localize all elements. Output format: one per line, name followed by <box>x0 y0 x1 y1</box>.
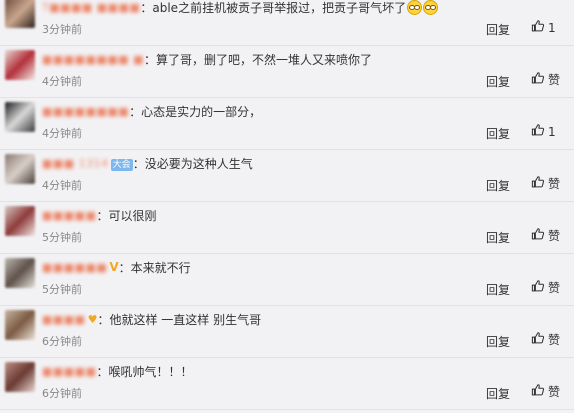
comment-time: 4分钟前 <box>42 179 82 192</box>
reply-button[interactable]: 回复 <box>486 73 510 90</box>
thumbs-up-icon <box>531 227 545 244</box>
comment-item: ■■■■■：可以很刚 5分钟前 回复 赞 <box>0 202 574 254</box>
thumbs-up-icon <box>531 19 545 36</box>
like-label: 1 <box>548 124 556 139</box>
like-label: 赞 <box>548 73 561 87</box>
comment-text: ：本来就不行 <box>118 261 191 275</box>
reply-button[interactable]: 回复 <box>486 333 510 350</box>
comment-time: 6分钟前 <box>42 335 82 348</box>
username-link[interactable]: ■■■■■■■■ <box>42 104 129 120</box>
reply-button[interactable]: 回复 <box>486 229 510 246</box>
verified-v-icon: V <box>109 260 119 274</box>
comment-item: ■■■ 1314 大会 ：没必要为这种人生气 4分钟前 回复 赞 <box>0 150 574 202</box>
reply-button[interactable]: 回复 <box>486 385 510 402</box>
avatar[interactable] <box>5 50 35 80</box>
comment-item: ■■■■■■■■ ■：算了哥，删了吧，不然一堆人又来喷你了 4分钟前 回复 赞 <box>0 46 574 98</box>
comment-text: ：可以很刚 <box>96 209 157 223</box>
comment-time: 3分钟前 <box>42 23 82 36</box>
heart-badge-icon: ♥ <box>87 313 98 326</box>
username-link[interactable]: ■■■■■■ <box>42 260 107 276</box>
comment-text: ：able之前挂机被贡子哥举报过，把贡子哥气坏了 <box>140 1 407 15</box>
username-link[interactable]: ■■■■■■■■ ■ <box>42 52 144 68</box>
comment-item: ■■■■■■ V：本来就不行 5分钟前 回复 赞 <box>0 254 574 306</box>
thumbs-up-icon <box>531 383 545 400</box>
avatar[interactable] <box>5 102 35 132</box>
like-button[interactable]: 赞 <box>531 383 560 400</box>
comment-time: 4分钟前 <box>42 127 82 140</box>
comment-time: 5分钟前 <box>42 283 82 296</box>
avatar[interactable] <box>5 0 35 28</box>
comment-text: ：算了哥，删了吧，不然一堆人又来喷你了 <box>144 53 373 67</box>
like-label: 赞 <box>548 229 561 243</box>
like-button[interactable]: 赞 <box>531 279 560 296</box>
comment-list: T■■■■ ■■■■：able之前挂机被贡子哥举报过，把贡子哥气坏了 3分钟前 回复… <box>0 0 574 413</box>
like-label: 赞 <box>548 333 561 347</box>
laughing-emoji-icon <box>423 0 439 15</box>
comment-line: ■■■■ ♥：他就这样 一直这样 别生气哥 <box>42 312 534 328</box>
comment-time: 4分钟前 <box>42 75 82 88</box>
like-button[interactable]: 赞 <box>531 71 560 88</box>
reply-button[interactable]: 回复 <box>486 125 510 142</box>
vip-badge-icon: 大会 <box>110 159 133 171</box>
like-label: 赞 <box>548 177 561 191</box>
comment-text: ：他就这样 一直这样 别生气哥 <box>97 313 262 327</box>
thumbs-up-icon <box>531 175 545 192</box>
like-button[interactable]: 赞 <box>531 175 560 192</box>
comment-text: ：喉吼帅气！！！ <box>96 365 193 379</box>
like-button[interactable]: 赞 <box>531 227 560 244</box>
comment-line: ■■■■■：喉吼帅气！！！ <box>42 364 534 380</box>
comment-text: ：心态是实力的一部分， <box>129 105 262 119</box>
thumbs-up-icon <box>531 331 545 348</box>
username-link[interactable]: ■■■ 1314 <box>42 156 109 172</box>
thumbs-up-icon <box>531 279 545 296</box>
comment-line: T■■■■ ■■■■：able之前挂机被贡子哥举报过，把贡子哥气坏了 <box>42 0 534 16</box>
username-link[interactable]: ■■■■■ <box>42 364 96 380</box>
thumbs-up-icon <box>531 71 545 88</box>
comment-item: ■■■■■■■■：心态是实力的一部分， 4分钟前 回复 1 <box>0 98 574 150</box>
comment-line: ■■■■■■ V：本来就不行 <box>42 260 534 276</box>
comment-line: ■■■■■：可以很刚 <box>42 208 534 224</box>
comment-item: ■■■■■：喉吼帅气！！！ 6分钟前 回复 赞 <box>0 358 574 410</box>
like-label: 1 <box>548 20 556 35</box>
comment-time: 5分钟前 <box>42 231 82 244</box>
username-link[interactable]: ■■■■ <box>42 312 86 328</box>
avatar[interactable] <box>5 310 35 340</box>
avatar[interactable] <box>5 154 35 184</box>
like-label: 赞 <box>548 385 561 399</box>
username-link[interactable]: T■■■■ ■■■■ <box>42 0 140 16</box>
comment-line: ■■■ 1314 大会 ：没必要为这种人生气 <box>42 156 534 172</box>
laughing-emoji-icon <box>407 0 423 15</box>
reply-button[interactable]: 回复 <box>486 177 510 194</box>
like-label: 赞 <box>548 281 561 295</box>
comment-time: 6分钟前 <box>42 387 82 400</box>
reply-button[interactable]: 回复 <box>486 281 510 298</box>
like-button[interactable]: 1 <box>531 19 556 36</box>
like-button[interactable]: 赞 <box>531 331 560 348</box>
like-button[interactable]: 1 <box>531 123 556 140</box>
avatar[interactable] <box>5 206 35 236</box>
username-link[interactable]: ■■■■■ <box>42 208 96 224</box>
comment-line: ■■■■■■■■：心态是实力的一部分， <box>42 104 534 120</box>
comment-text: ：没必要为这种人生气 <box>132 157 253 171</box>
comment-item: ■■■■ ♥：他就这样 一直这样 别生气哥 6分钟前 回复 赞 <box>0 306 574 358</box>
comment-line: ■■■■■■■■ ■：算了哥，删了吧，不然一堆人又来喷你了 <box>42 52 534 68</box>
thumbs-up-icon <box>531 123 545 140</box>
reply-button[interactable]: 回复 <box>486 21 510 38</box>
avatar[interactable] <box>5 362 35 392</box>
avatar[interactable] <box>5 258 35 288</box>
comment-item: T■■■■ ■■■■：able之前挂机被贡子哥举报过，把贡子哥气坏了 3分钟前 回复… <box>0 0 574 46</box>
